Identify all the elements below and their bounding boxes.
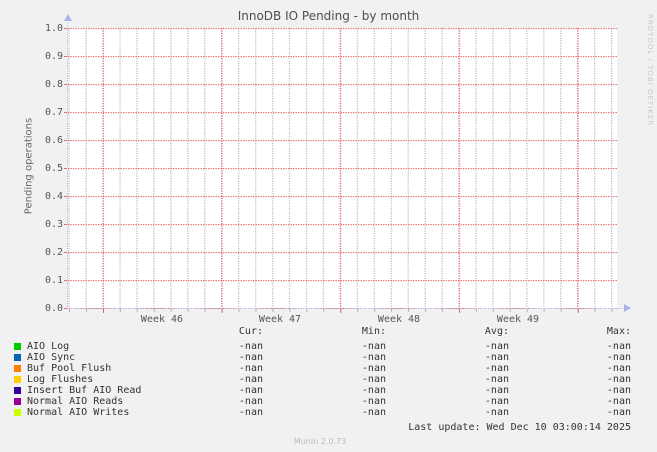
x-axis-tickmarks bbox=[68, 309, 618, 313]
munin-version-text: Munin 2.0.73 bbox=[293, 437, 347, 446]
x-tick-label: Week 48 bbox=[377, 314, 421, 325]
series-avg-value: -nan bbox=[484, 341, 509, 352]
series-label: Log Flushes bbox=[27, 374, 94, 385]
legend-header-max: Max: bbox=[606, 326, 631, 337]
series-max-value: -nan bbox=[606, 363, 631, 374]
series-min-value: -nan bbox=[361, 385, 386, 396]
y-tick-label: 0.7 bbox=[44, 107, 63, 118]
series-max-value: -nan bbox=[606, 341, 631, 352]
series-min-value: -nan bbox=[361, 352, 386, 363]
series-color-swatch bbox=[14, 387, 21, 394]
series-max-value: -nan bbox=[606, 385, 631, 396]
y-tick-label: 0.5 bbox=[44, 163, 63, 174]
series-color-swatch bbox=[14, 354, 21, 361]
series-max-value: -nan bbox=[606, 396, 631, 407]
x-axis-arrow-icon bbox=[624, 304, 631, 312]
series-cur-value: -nan bbox=[238, 385, 263, 396]
legend-row: Log Flushes -nan -nan -nan -nan bbox=[0, 374, 657, 385]
chart-title: InnoDB IO Pending - by month bbox=[237, 9, 420, 23]
legend-row: Normal AIO Reads -nan -nan -nan -nan bbox=[0, 396, 657, 407]
y-tick-label: 0.1 bbox=[44, 275, 63, 286]
series-label: Normal AIO Writes bbox=[27, 407, 130, 418]
plot-area bbox=[68, 28, 617, 309]
series-max-value: -nan bbox=[606, 352, 631, 363]
series-min-value: -nan bbox=[361, 341, 386, 352]
series-label: Normal AIO Reads bbox=[27, 396, 124, 407]
series-min-value: -nan bbox=[361, 374, 386, 385]
series-avg-value: -nan bbox=[484, 407, 509, 418]
legend-row: Insert Buf AIO Read -nan -nan -nan -nan bbox=[0, 385, 657, 396]
series-color-swatch bbox=[14, 398, 21, 405]
series-color-swatch bbox=[14, 365, 21, 372]
series-cur-value: -nan bbox=[238, 407, 263, 418]
y-tick-label: 0.9 bbox=[44, 51, 63, 62]
series-min-value: -nan bbox=[361, 407, 386, 418]
rrdtool-watermark: RRDTOOL / TOBI OETIKER bbox=[646, 14, 654, 127]
legend-row: Normal AIO Writes -nan -nan -nan -nan bbox=[0, 407, 657, 418]
series-avg-value: -nan bbox=[484, 396, 509, 407]
series-max-value: -nan bbox=[606, 407, 631, 418]
series-cur-value: -nan bbox=[238, 341, 263, 352]
y-axis-arrow-icon bbox=[64, 14, 72, 21]
x-tick-label: Week 46 bbox=[140, 314, 184, 325]
y-tick-label: 0.0 bbox=[44, 303, 63, 314]
x-tick-label: Week 49 bbox=[496, 314, 540, 325]
x-axis-line bbox=[68, 308, 625, 309]
series-cur-value: -nan bbox=[238, 374, 263, 385]
series-avg-value: -nan bbox=[484, 374, 509, 385]
legend-row: AIO Sync -nan -nan -nan -nan bbox=[0, 352, 657, 363]
series-min-value: -nan bbox=[361, 363, 386, 374]
series-label: Buf Pool Flush bbox=[27, 363, 112, 374]
legend-header-cur: Cur: bbox=[238, 326, 263, 337]
series-avg-value: -nan bbox=[484, 352, 509, 363]
legend-header-avg: Avg: bbox=[484, 326, 509, 337]
series-label: Insert Buf AIO Read bbox=[27, 385, 142, 396]
y-axis-line bbox=[67, 20, 68, 309]
munin-graph: InnoDB IO Pending - by month RRDTOOL / T… bbox=[0, 0, 657, 452]
series-color-swatch bbox=[14, 409, 21, 416]
y-tick-label: 1.0 bbox=[44, 23, 63, 34]
legend-row: Buf Pool Flush -nan -nan -nan -nan bbox=[0, 363, 657, 374]
series-color-swatch bbox=[14, 376, 21, 383]
y-tick-label: 0.8 bbox=[44, 79, 63, 90]
y-tick-label: 0.2 bbox=[44, 247, 63, 258]
series-cur-value: -nan bbox=[238, 363, 263, 374]
series-avg-value: -nan bbox=[484, 363, 509, 374]
series-color-swatch bbox=[14, 343, 21, 350]
series-max-value: -nan bbox=[606, 374, 631, 385]
y-tick-label: 0.6 bbox=[44, 135, 63, 146]
series-cur-value: -nan bbox=[238, 396, 263, 407]
y-tick-label: 0.3 bbox=[44, 219, 63, 230]
series-label: AIO Sync bbox=[27, 352, 76, 363]
y-tick-label: 0.4 bbox=[44, 191, 63, 202]
legend-header-min: Min: bbox=[361, 326, 386, 337]
last-update-text: Last update: Wed Dec 10 03:00:14 2025 bbox=[408, 422, 631, 433]
series-min-value: -nan bbox=[361, 396, 386, 407]
legend-row: AIO Log -nan -nan -nan -nan bbox=[0, 341, 657, 352]
x-tick-label: Week 47 bbox=[258, 314, 302, 325]
series-label: AIO Log bbox=[27, 341, 70, 352]
legend-header-row: Cur: Min: Avg: Max: bbox=[0, 326, 657, 337]
series-avg-value: -nan bbox=[484, 385, 509, 396]
series-cur-value: -nan bbox=[238, 352, 263, 363]
